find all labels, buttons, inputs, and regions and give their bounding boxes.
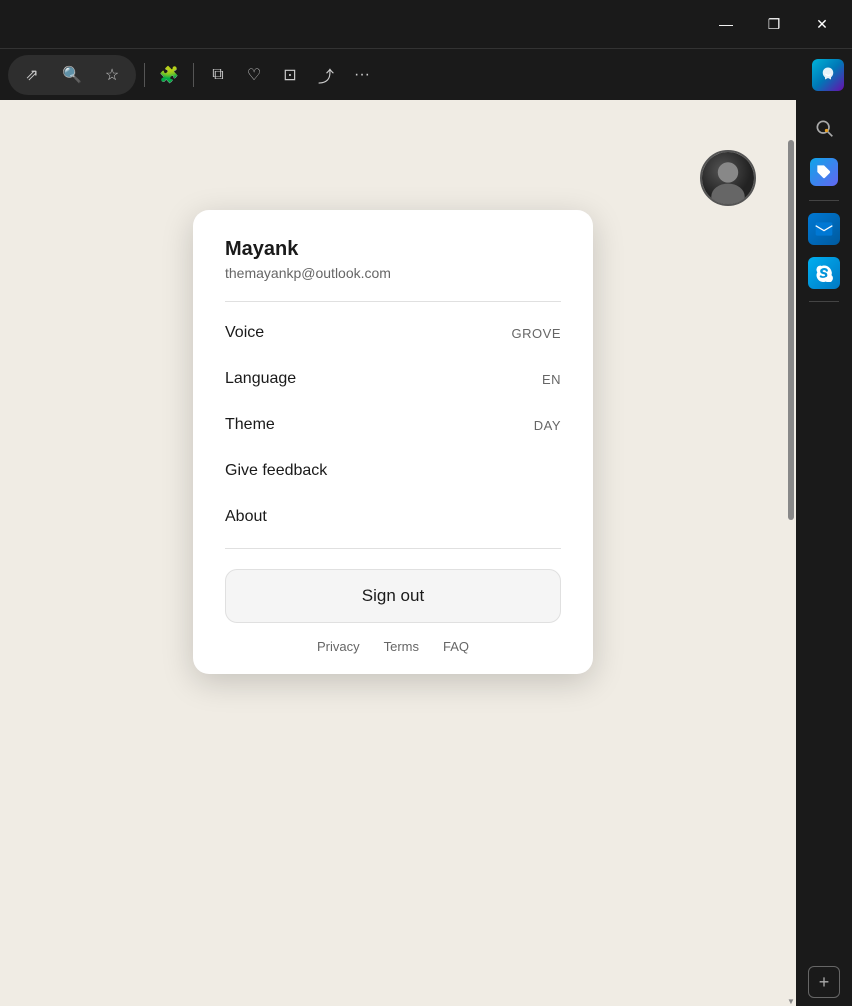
scrollbar-track[interactable]: ▲ ▼ (786, 140, 796, 1006)
scrollbar-thumb[interactable] (788, 140, 794, 520)
theme-value: DAY (534, 418, 561, 433)
sidebar-divider-2 (809, 301, 839, 302)
sidebar: + (796, 100, 852, 1006)
sidebar-skype-icon[interactable] (804, 253, 844, 293)
zoom-out-icon[interactable]: 🔍 (56, 59, 88, 91)
browser-toolbar: ⇗ 🔍 ☆ 🧩 ⧉ ♡ ⊡ ⤴ ··· (0, 48, 852, 100)
theme-row[interactable]: Theme DAY (225, 402, 561, 448)
screenshot-icon[interactable]: ⊡ (274, 59, 306, 91)
bookmark-icon[interactable]: ☆ (96, 59, 128, 91)
about-row[interactable]: About (225, 494, 561, 540)
outlook-app-icon (808, 213, 840, 245)
split-view-icon[interactable]: ⧉ (202, 59, 234, 91)
skype-app-icon (808, 257, 840, 289)
voice-row[interactable]: Voice GROVE (225, 310, 561, 356)
main-content: Mayank themayankp@outlook.com Voice GROV… (0, 100, 786, 1006)
about-label: About (225, 508, 267, 526)
user-name: Mayank (225, 238, 561, 261)
feedback-label: Give feedback (225, 462, 327, 480)
copilot-icon[interactable] (812, 59, 844, 91)
toolbar-left-group: ⇗ 🔍 ☆ (8, 55, 136, 95)
feedback-row[interactable]: Give feedback (225, 448, 561, 494)
toolbar-separator-2 (193, 63, 194, 87)
share-icon[interactable]: ⤴ (310, 59, 342, 91)
profile-avatar[interactable] (700, 150, 756, 206)
sidebar-divider-1 (809, 200, 839, 201)
extensions-icon[interactable]: 🧩 (153, 59, 185, 91)
scrollbar-arrow-down[interactable]: ▼ (786, 996, 796, 1006)
avatar-image (702, 152, 754, 204)
health-icon[interactable]: ♡ (238, 59, 270, 91)
voice-value: GROVE (512, 326, 561, 341)
faq-link[interactable]: FAQ (443, 639, 469, 654)
sidebar-outlook-icon[interactable] (804, 209, 844, 249)
restore-button[interactable]: ❐ (752, 0, 796, 48)
sidebar-tag-icon[interactable] (804, 152, 844, 192)
profile-popup: Mayank themayankp@outlook.com Voice GROV… (193, 210, 593, 674)
language-label: Language (225, 370, 296, 388)
language-value: EN (542, 372, 561, 387)
terms-link[interactable]: Terms (384, 639, 419, 654)
sidebar-search-icon[interactable] (804, 108, 844, 148)
popup-footer: Privacy Terms FAQ (225, 639, 561, 654)
toolbar-separator-1 (144, 63, 145, 87)
more-icon[interactable]: ··· (346, 59, 378, 91)
minimize-button[interactable]: — (704, 0, 748, 48)
open-in-new-tab-icon[interactable]: ⇗ (16, 59, 48, 91)
sign-out-button[interactable]: Sign out (225, 569, 561, 623)
language-row[interactable]: Language EN (225, 356, 561, 402)
sidebar-add-button[interactable]: + (808, 966, 840, 998)
popup-divider-bottom (225, 548, 561, 549)
popup-divider-top (225, 301, 561, 302)
close-button[interactable]: ✕ (800, 0, 844, 48)
voice-label: Voice (225, 324, 264, 342)
user-email: themayankp@outlook.com (225, 265, 561, 281)
theme-label: Theme (225, 416, 275, 434)
titlebar: — ❐ ✕ (0, 0, 852, 48)
privacy-link[interactable]: Privacy (317, 639, 360, 654)
